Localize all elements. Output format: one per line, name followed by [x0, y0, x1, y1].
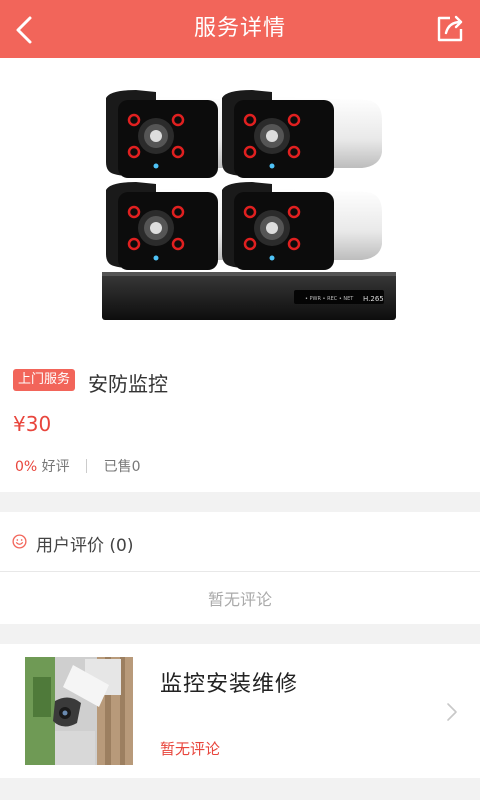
product-stats: 0% 好评 已售0 — [15, 456, 141, 476]
reviews-header[interactable]: 用户评价 (0) — [0, 512, 480, 572]
no-reviews-text: 暂无评论 — [207, 590, 272, 609]
svg-text:• PWR • REC • NET: • PWR • REC • NET — [305, 296, 354, 302]
product-name: 安防监控 — [88, 372, 168, 396]
nvr-label: H.265 — [363, 295, 384, 303]
rating-label: 好评 — [41, 459, 70, 475]
related-service-item[interactable]: 监控安装维修 暂无评论 — [0, 644, 480, 778]
related-service-thumbnail — [25, 657, 133, 765]
related-service-subtitle: 暂无评论 — [160, 740, 221, 758]
rating-percent: 0% — [15, 459, 38, 475]
page-title: 服务详情 — [193, 16, 286, 41]
reviews-count-label: 用户评价 (0) — [36, 536, 134, 556]
product-photo: • PWR • REC • NET H.265 — [102, 88, 396, 320]
chevron-right-icon — [447, 703, 457, 721]
related-service-title: 监控安装维修 — [160, 672, 299, 697]
product-info-card: 上门服务 安防监控 ¥30 0% 好评 已售0 — [0, 342, 480, 492]
sold-count: 已售0 — [103, 459, 141, 475]
product-image-carousel[interactable]: • PWR • REC • NET H.265 — [0, 58, 480, 390]
stats-divider — [86, 459, 88, 473]
share-icon[interactable] — [434, 13, 466, 45]
user-reviews-section: 用户评价 (0) 暂无评论 — [0, 512, 480, 624]
smile-icon — [12, 534, 27, 549]
top-app-bar: 服务详情 — [0, 0, 480, 58]
service-tag-badge: 上门服务 — [13, 369, 76, 391]
product-price: ¥30 — [13, 412, 52, 436]
